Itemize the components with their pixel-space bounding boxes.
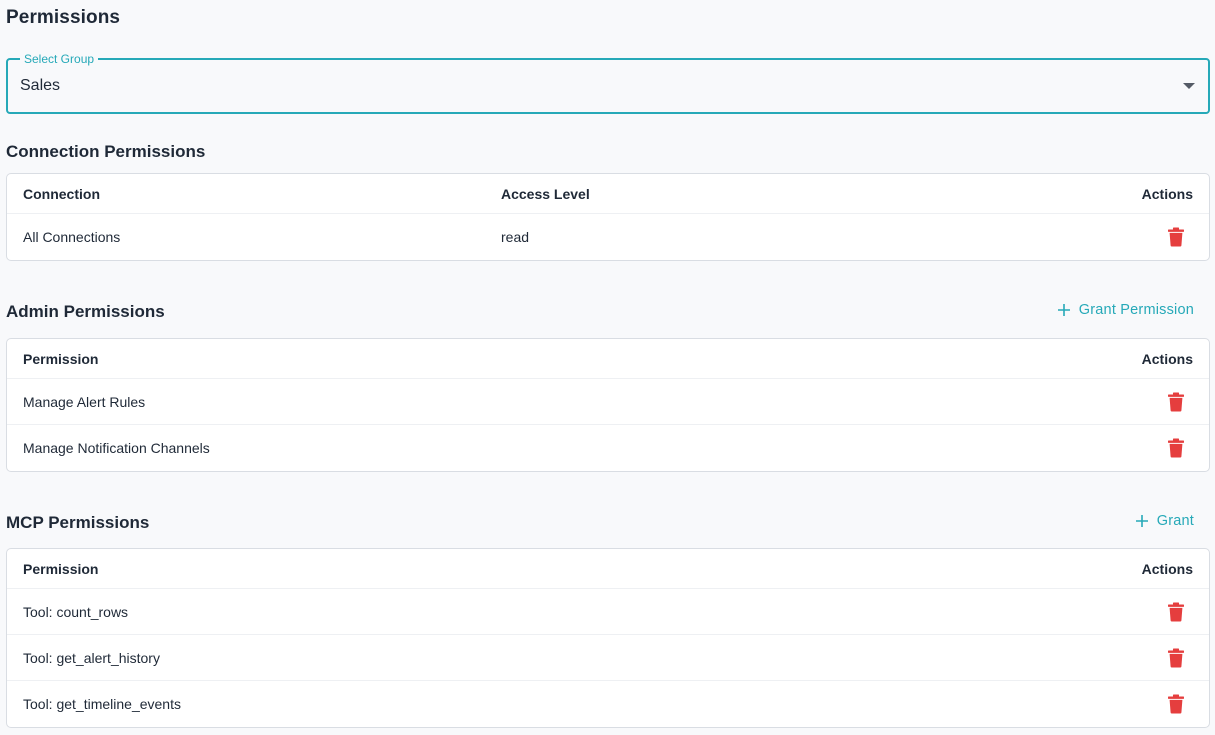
trash-icon[interactable]	[1168, 648, 1184, 667]
permission-cell: Tool: count_rows	[23, 603, 129, 620]
trash-icon[interactable]	[1168, 694, 1184, 714]
caret-down-icon[interactable]	[1183, 83, 1195, 89]
page-title: Permissions	[6, 7, 121, 28]
connection-cell: All Connections	[23, 229, 121, 245]
grant-label: Grant	[1156, 513, 1194, 529]
permission-cell: Tool: get_timeline_events	[23, 696, 181, 712]
column-header-actions: Actions	[1141, 185, 1193, 202]
group-select[interactable]: Select Group Sales	[6, 51, 1210, 114]
table-header-row: Connection Access Level Actions	[7, 174, 1209, 214]
permission-cell: Manage Notification Channels	[23, 440, 210, 456]
admin-permissions-title: Admin Permissions	[6, 302, 165, 321]
table-row: Tool: get_timeline_events	[7, 681, 1209, 727]
mcp-permissions-table: Permission Actions Tool: count_rows Tool…	[6, 548, 1210, 728]
column-header-actions: Actions	[1141, 560, 1193, 577]
access-level-cell: read	[501, 229, 530, 245]
permissions-page: Permissions Select Group Sales Connectio…	[0, 0, 1215, 735]
table-header-row: Permission Actions	[7, 549, 1209, 589]
permission-cell: Tool: get_alert_history	[23, 649, 160, 666]
grant-permission-label: Grant Permission	[1078, 302, 1194, 318]
mcp-permissions-title: MCP Permissions	[6, 513, 150, 532]
trash-icon[interactable]	[1168, 227, 1184, 247]
connection-permissions-table: Connection Access Level Actions All Conn…	[6, 173, 1210, 261]
table-row: Tool: get_alert_history	[7, 635, 1209, 681]
column-header-actions: Actions	[1141, 350, 1193, 367]
column-header-access-level: Access Level	[501, 185, 590, 202]
grant-permission-button[interactable]: Grant Permission	[1057, 302, 1194, 318]
table-row: Manage Notification Channels	[7, 425, 1209, 471]
permission-cell: Manage Alert Rules	[23, 393, 146, 410]
admin-permissions-table: Permission Actions Manage Alert Rules Ma…	[6, 338, 1210, 472]
group-select-label: Select Group	[20, 51, 99, 67]
column-header-connection: Connection	[23, 185, 100, 202]
table-row: All Connections read	[7, 214, 1209, 260]
column-header-permission: Permission	[23, 350, 99, 367]
table-row: Manage Alert Rules	[7, 379, 1209, 425]
table-header-row: Permission Actions	[7, 339, 1209, 379]
plus-icon	[1135, 515, 1148, 527]
table-row: Tool: count_rows	[7, 589, 1209, 635]
trash-icon[interactable]	[1168, 438, 1184, 458]
connection-permissions-title: Connection Permissions	[6, 142, 206, 161]
plus-icon	[1057, 304, 1070, 316]
group-select-value: Sales	[20, 77, 61, 94]
trash-icon[interactable]	[1168, 392, 1184, 411]
column-header-permission: Permission	[23, 560, 99, 577]
trash-icon[interactable]	[1168, 602, 1184, 621]
grant-button[interactable]: Grant	[1135, 513, 1194, 529]
